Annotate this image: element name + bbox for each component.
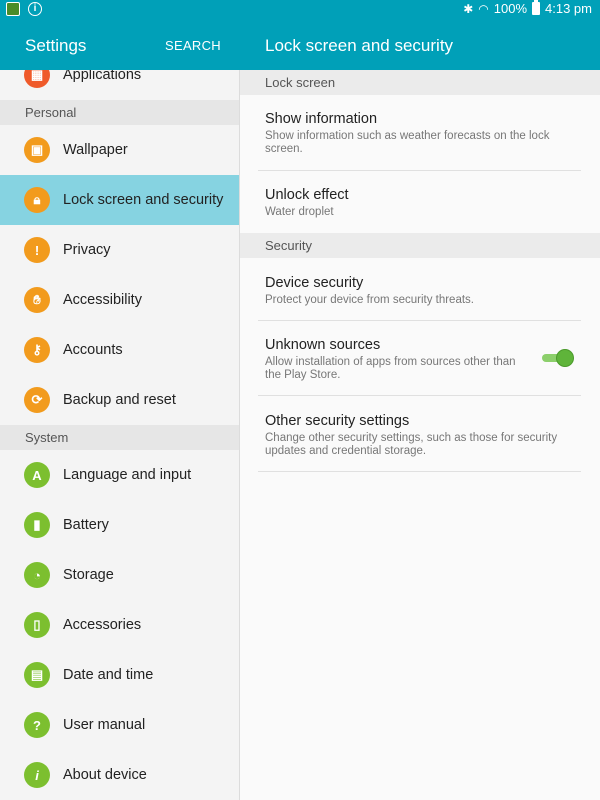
wallpaper-icon: ▣ [24, 137, 50, 163]
gallery-notification-icon [6, 2, 20, 16]
clock: 4:13 pm [545, 1, 592, 16]
section-personal: Personal [0, 100, 239, 125]
battery-percent: 100% [493, 1, 528, 16]
divider [258, 471, 581, 472]
language-icon: A [24, 462, 50, 488]
sidebar-item-label: Privacy [63, 242, 111, 258]
sidebar-item-language[interactable]: A Language and input [0, 450, 239, 500]
sidebar-item-label: Accounts [63, 342, 123, 358]
setting-title: Show information [265, 111, 378, 127]
page-title: Settings [25, 36, 87, 55]
detail-header: Lock screen and security [240, 20, 600, 70]
sidebar-item-label: Accessories [63, 617, 142, 633]
sidebar-item-label: Accessibility [63, 292, 142, 308]
section-security: Security [240, 233, 600, 258]
wifi-icon: ◠ [478, 1, 489, 16]
sidebar-item-accessories[interactable]: ▯ Accessories [0, 600, 239, 650]
status-bar: i ✱ ◠ 100% 4:13 pm [0, 0, 600, 20]
divider [258, 170, 581, 171]
battery-icon: ▮ [24, 512, 50, 538]
sidebar-item-storage[interactable]: ◔ Storage [0, 550, 239, 600]
sidebar-item-label: Lock screen and security [63, 192, 224, 208]
setting-device-security[interactable]: Device security Protect your device from… [265, 275, 580, 307]
sidebar-item-privacy[interactable]: ! Privacy [0, 225, 239, 275]
sidebar-item-date-time[interactable]: ▤ Date and time [0, 650, 239, 700]
sidebar-item-label: Applications [63, 70, 142, 83]
info-notification-icon: i [28, 2, 42, 16]
setting-subtitle: Water droplet [265, 206, 334, 218]
apps-icon: ▦ [24, 70, 50, 88]
storage-icon: ◔ [24, 562, 50, 588]
manual-icon: ? [24, 712, 50, 738]
hand-icon: ✋︎ [24, 287, 50, 313]
setting-subtitle: Show information such as weather forecas… [265, 130, 550, 155]
key-icon: ⚷ [24, 337, 50, 363]
bluetooth-icon: ✱ [463, 1, 474, 16]
settings-header: Settings SEARCH [0, 20, 240, 70]
setting-unlock-effect[interactable]: Unlock effect Water droplet [265, 187, 580, 219]
section-system: System [0, 425, 239, 450]
sidebar-item-label: Wallpaper [63, 142, 128, 158]
battery-icon [532, 0, 541, 15]
lock-icon: 🔒︎ [24, 187, 50, 213]
search-button[interactable]: SEARCH [165, 38, 221, 53]
sidebar-item-user-manual[interactable]: ? User manual [0, 700, 239, 750]
calendar-icon: ▤ [24, 662, 50, 688]
sidebar-item-label: User manual [63, 717, 146, 733]
sidebar-item-wallpaper[interactable]: ▣ Wallpaper [0, 125, 239, 175]
privacy-icon: ! [24, 237, 50, 263]
setting-title: Other security settings [265, 413, 410, 429]
setting-unknown-sources[interactable]: Unknown sources Allow installation of ap… [265, 337, 530, 382]
info-icon: i [24, 762, 50, 788]
setting-subtitle: Change other security settings, such as … [265, 432, 558, 457]
setting-show-information[interactable]: Show information Show information such a… [265, 111, 580, 156]
sidebar-item-label: Storage [63, 567, 114, 583]
backup-icon: ⟳ [24, 387, 50, 413]
sidebar-item-label: Battery [63, 517, 109, 533]
divider [258, 320, 581, 321]
sidebar-item-label: Date and time [63, 667, 154, 683]
detail-pane: Lock screen Show information Show inform… [240, 70, 600, 800]
settings-sidebar[interactable]: ▦ Applications Personal ▣ Wallpaper 🔒︎ L… [0, 70, 240, 800]
setting-title: Unknown sources [265, 337, 381, 353]
sidebar-item-applications[interactable]: ▦ Applications [0, 70, 239, 100]
unknown-sources-toggle[interactable] [542, 348, 574, 368]
divider [258, 395, 581, 396]
accessories-icon: ▯ [24, 612, 50, 638]
detail-title: Lock screen and security [265, 36, 454, 55]
setting-title: Unlock effect [265, 187, 349, 203]
setting-title: Device security [265, 275, 364, 291]
sidebar-item-label: About device [63, 767, 147, 783]
sidebar-item-accessibility[interactable]: ✋︎ Accessibility [0, 275, 239, 325]
setting-subtitle: Allow installation of apps from sources … [265, 356, 516, 381]
sidebar-item-label: Backup and reset [63, 392, 176, 408]
section-lock-screen: Lock screen [240, 70, 600, 95]
toggle-knob [556, 349, 574, 367]
sidebar-item-label: Language and input [63, 467, 192, 483]
sidebar-item-about-device[interactable]: i About device [0, 750, 239, 800]
sidebar-item-accounts[interactable]: ⚷ Accounts [0, 325, 239, 375]
setting-subtitle: Protect your device from security threat… [265, 294, 474, 306]
sidebar-item-battery[interactable]: ▮ Battery [0, 500, 239, 550]
sidebar-item-lock-screen[interactable]: 🔒︎ Lock screen and security [0, 175, 239, 225]
setting-other-security[interactable]: Other security settings Change other sec… [265, 413, 580, 458]
sidebar-item-backup[interactable]: ⟳ Backup and reset [0, 375, 239, 425]
